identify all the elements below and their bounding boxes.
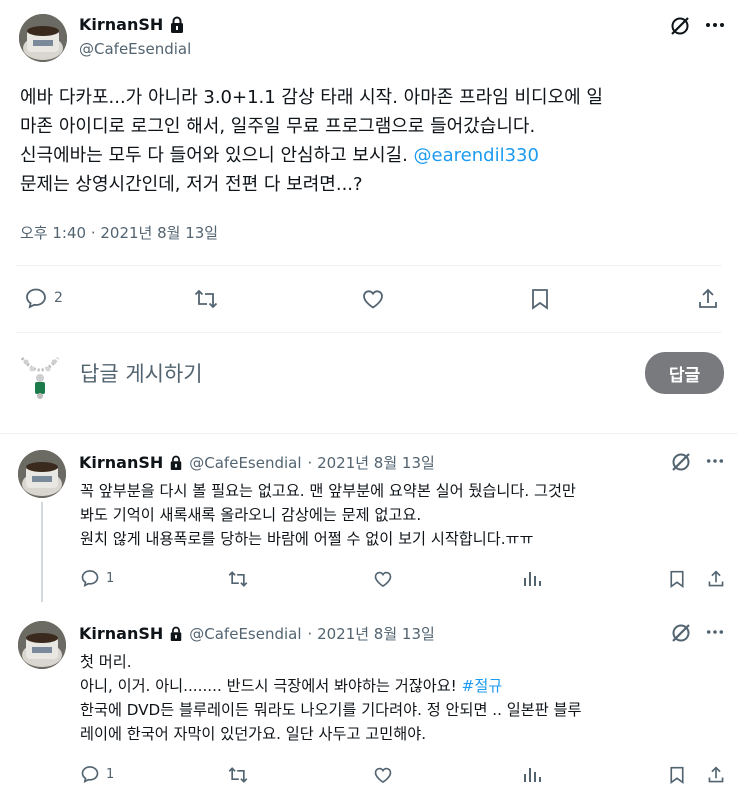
reply-icon <box>80 764 100 784</box>
reply-input[interactable]: 답글 게시하기 <box>80 358 203 388</box>
handle[interactable]: @CafeEsendial <box>189 625 301 643</box>
tweet-line: 문제는 상영시간인데, 저거 전편 다 보려면...? <box>20 174 363 195</box>
display-name[interactable]: KirnanSH <box>79 453 163 472</box>
reply-line: 한국에 DVD든 블루레이든 뭐라도 나오기를 기다려야. 정 안되면 .. 일… <box>80 701 582 719</box>
reply-date[interactable]: · 2021년 8월 13일 <box>308 623 435 644</box>
reply-text: 첫 머리. 아니, 이거. 아니........ 반드시 극장에서 봐야하는 거… <box>80 650 730 746</box>
reply-line: 레이에 한국어 자막이 있던가요. 일단 사두고 고민해야. <box>80 725 427 743</box>
handle[interactable]: @CafeEsendial <box>79 40 191 58</box>
more-icon[interactable] <box>706 458 724 464</box>
hashtag-link[interactable]: #절규 <box>462 677 503 695</box>
views-icon[interactable] <box>522 765 542 785</box>
timestamp[interactable]: 오후 1:40 · 2021년 8월 13일 <box>20 222 218 243</box>
views-icon[interactable] <box>522 569 542 589</box>
mention-link[interactable]: @earendil330 <box>414 145 539 166</box>
reply-icon <box>80 568 100 588</box>
handle[interactable]: @CafeEsendial <box>189 454 301 472</box>
bookmark-icon[interactable] <box>668 569 686 589</box>
share-icon[interactable] <box>707 765 725 785</box>
reply-button[interactable]: 답글 <box>645 352 724 394</box>
thread-line <box>41 502 43 602</box>
like-icon[interactable] <box>361 287 385 311</box>
reply-action[interactable]: 1 <box>80 764 114 784</box>
lock-icon <box>169 455 183 471</box>
avatar[interactable] <box>18 621 66 669</box>
tweet-line: 마존 아이디로 로그인 해서, 일주일 무료 프로그램으로 들어갔습니다. <box>20 116 536 137</box>
avatar[interactable] <box>19 14 67 62</box>
reply-line: 봐도 기억이 새록새록 올라오니 감상에는 문제 없고요. <box>80 506 422 524</box>
share-icon[interactable] <box>697 287 719 311</box>
like-icon[interactable] <box>373 569 393 589</box>
grok-icon[interactable] <box>669 15 691 37</box>
reply-icon <box>24 286 48 310</box>
reply-line: 첫 머리. <box>80 653 132 671</box>
tweet-line: 신극에바는 모두 다 들어와 있으니 안심하고 보시길. <box>20 145 408 166</box>
more-icon[interactable] <box>706 629 724 635</box>
divider <box>16 265 722 266</box>
grok-icon[interactable] <box>670 622 692 644</box>
share-icon[interactable] <box>707 569 725 589</box>
like-icon[interactable] <box>373 765 393 785</box>
reply-line: 원치 않게 내용폭로를 당하는 바람에 어쩔 수 없이 보기 시작합니다.ㅠㅠ <box>80 530 534 548</box>
bookmark-icon[interactable] <box>529 287 551 311</box>
display-name[interactable]: KirnanSH <box>79 15 163 34</box>
divider <box>0 433 738 434</box>
reply-count: 1 <box>106 766 115 782</box>
retweet-icon[interactable] <box>227 569 249 589</box>
grok-icon[interactable] <box>670 451 692 473</box>
reply-text: 꼭 앞부분을 다시 볼 필요는 없고요. 맨 앞부분에 요약본 실어 뒀습니다.… <box>80 479 730 551</box>
bookmark-icon[interactable] <box>668 765 686 785</box>
tweet-text: 에바 다카포...가 아니라 3.0+1.1 감상 타래 시작. 아마존 프라임… <box>20 83 725 199</box>
retweet-icon[interactable] <box>227 765 249 785</box>
lock-icon <box>169 626 183 642</box>
reply-action[interactable]: 2 <box>24 286 63 310</box>
retweet-icon[interactable] <box>193 287 219 311</box>
reply-line: 꼭 앞부분을 다시 볼 필요는 없고요. 맨 앞부분에 요약본 실어 뒀습니다.… <box>80 482 576 500</box>
reply-action[interactable]: 1 <box>80 568 114 588</box>
reply-count: 1 <box>106 570 115 586</box>
reply-count: 2 <box>54 290 63 306</box>
tweet-line: 에바 다카포...가 아니라 3.0+1.1 감상 타래 시작. 아마존 프라임… <box>20 87 603 108</box>
avatar[interactable] <box>18 450 66 498</box>
reply-line: 아니, 이거. 아니........ 반드시 극장에서 봐야하는 거잖아요! <box>80 677 462 695</box>
divider <box>16 332 722 333</box>
user-avatar-necklace <box>18 352 62 400</box>
reply-date[interactable]: · 2021년 8월 13일 <box>308 452 435 473</box>
display-name[interactable]: KirnanSH <box>79 624 163 643</box>
more-icon[interactable] <box>705 22 725 28</box>
lock-icon <box>169 16 185 34</box>
